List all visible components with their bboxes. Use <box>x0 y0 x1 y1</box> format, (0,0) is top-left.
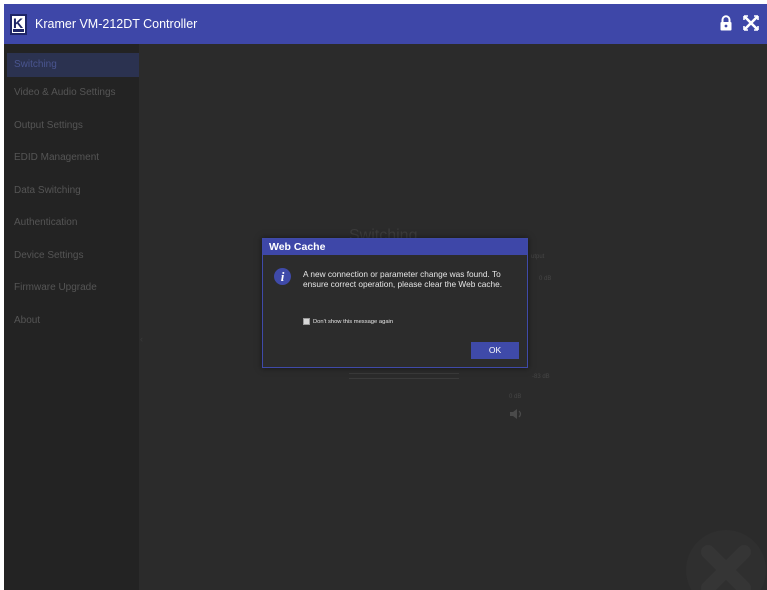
info-icon: i <box>274 268 291 285</box>
app-window: K Kramer VM-212DT Controller Switching V… <box>4 4 767 590</box>
sidebar-item-switching[interactable]: Switching <box>7 53 139 77</box>
gain-min-label: -83 dB <box>532 374 550 380</box>
web-cache-dialog: Web Cache i A new connection or paramete… <box>262 238 528 368</box>
lock-icon[interactable] <box>719 15 733 31</box>
sidebar-item-device-settings[interactable]: Device Settings <box>4 240 139 273</box>
output-label: utput <box>531 254 545 260</box>
volume-slider[interactable] <box>349 373 459 379</box>
gain-zero-label: 0 dB <box>509 394 522 400</box>
fullscreen-icon[interactable] <box>743 15 759 31</box>
sidebar: Switching Video & Audio Settings Output … <box>4 44 139 590</box>
dialog-message: A new connection or parameter change was… <box>303 269 503 289</box>
sidebar-item-firmware-upgrade[interactable]: Firmware Upgrade <box>4 272 139 305</box>
speaker-icon[interactable] <box>509 406 523 424</box>
sidebar-item-data-switching[interactable]: Data Switching <box>4 175 139 208</box>
dialog-title: Web Cache <box>263 239 527 255</box>
sidebar-item-authentication[interactable]: Authentication <box>4 207 139 240</box>
watermark-logo-icon <box>682 526 767 590</box>
kramer-logo: K <box>10 13 27 35</box>
sidebar-item-about[interactable]: About <box>4 305 139 338</box>
dont-show-again-row[interactable]: Don't show this message again <box>303 318 393 325</box>
dont-show-again-checkbox[interactable] <box>303 318 310 325</box>
sidebar-item-output-settings[interactable]: Output Settings <box>4 110 139 143</box>
app-title: Kramer VM-212DT Controller <box>35 17 198 31</box>
dont-show-again-label: Don't show this message again <box>313 318 394 325</box>
sidebar-item-video-audio-settings[interactable]: Video & Audio Settings <box>4 77 139 110</box>
sidebar-item-edid-management[interactable]: EDID Management <box>4 142 139 175</box>
header-bar: K Kramer VM-212DT Controller <box>4 4 767 44</box>
ok-button[interactable]: OK <box>471 342 519 359</box>
gain-top-label: 0 dB <box>539 276 552 282</box>
